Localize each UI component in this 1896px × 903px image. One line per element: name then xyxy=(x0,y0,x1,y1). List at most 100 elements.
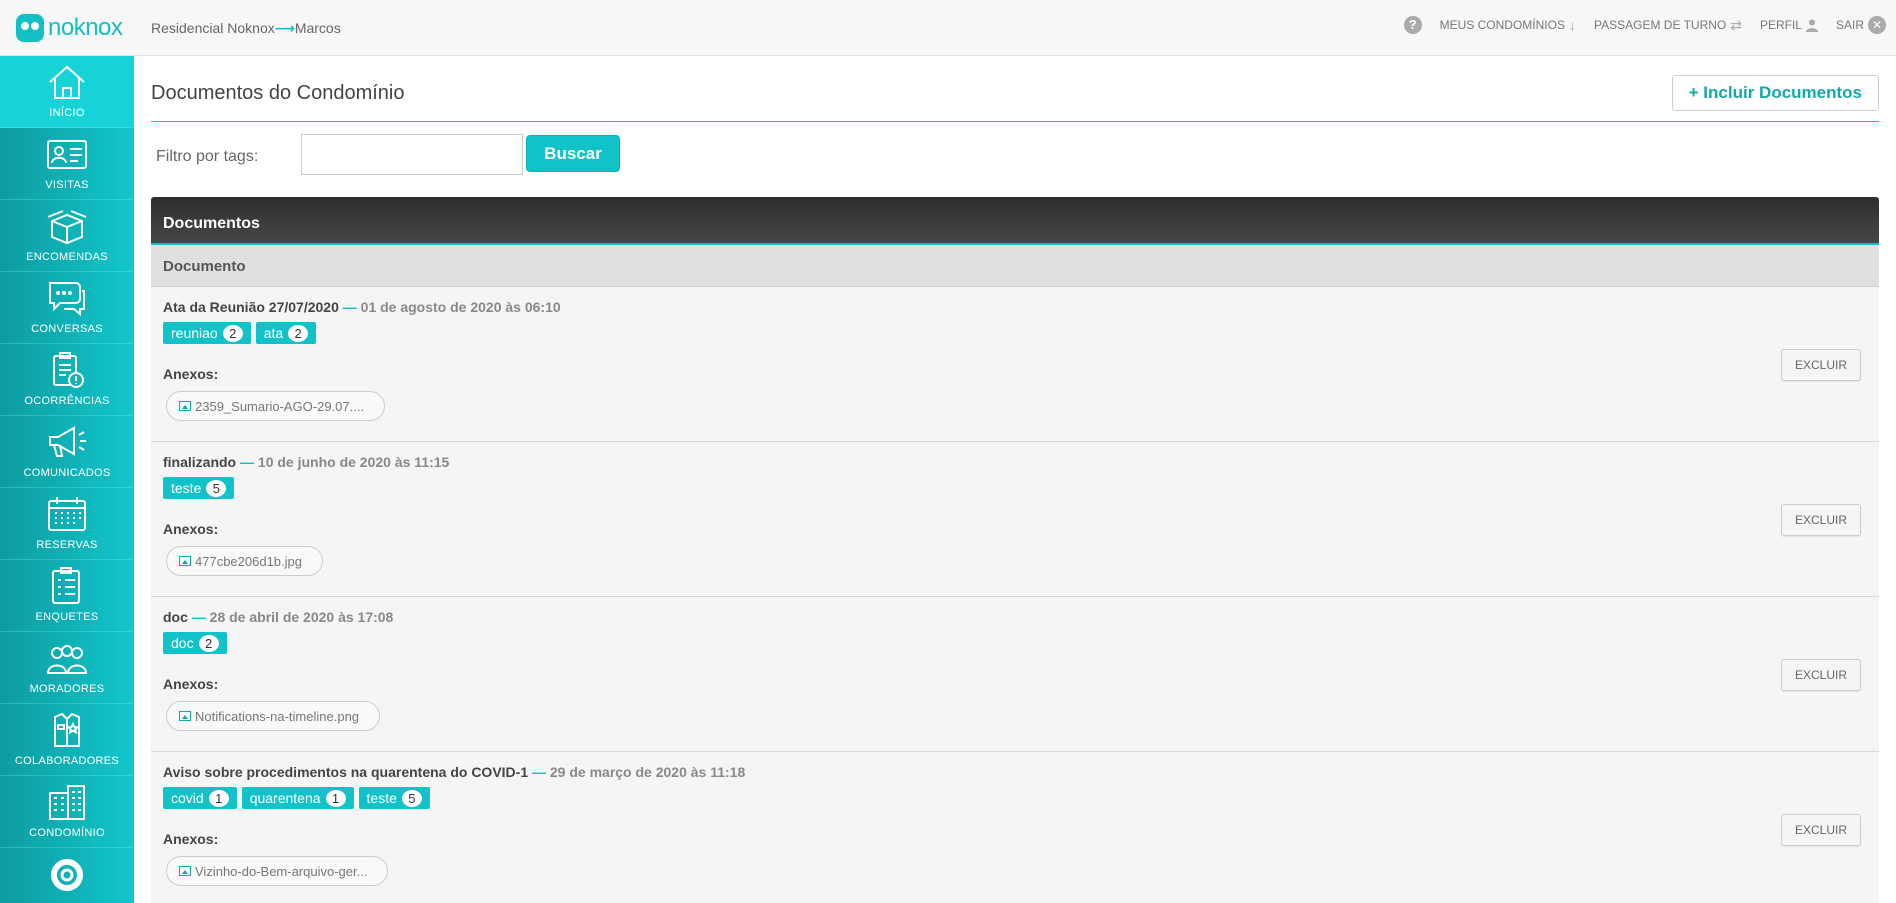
image-icon xyxy=(179,711,191,721)
arrow-right-icon: ⟶ xyxy=(274,20,295,36)
document-title-line: finalizando — 10 de junho de 2020 às 11:… xyxy=(163,454,1867,470)
tag-list: covid 1 quarentena 1 teste 5 xyxy=(163,787,1867,809)
sidebar-label: ENQUETES xyxy=(35,611,99,623)
attachment-name: 477cbe206d1b.jpg xyxy=(195,553,302,569)
sidebar-item-ocorrencias[interactable]: OCORRÊNCIAS xyxy=(0,344,134,416)
sidebar-item-encomendas[interactable]: ENCOMENDAS xyxy=(0,200,134,272)
sidebar-label: COLABORADORES xyxy=(14,755,120,767)
calendar-icon xyxy=(48,497,86,531)
tag-filter-input[interactable] xyxy=(301,134,523,175)
tag[interactable]: reuniao 2 xyxy=(163,322,251,344)
filter-label: Filtro por tags: xyxy=(156,148,259,165)
tag[interactable]: teste 5 xyxy=(358,787,430,809)
tag-name: quarentena xyxy=(249,790,321,806)
tag[interactable]: covid 1 xyxy=(163,787,237,809)
help-icon[interactable]: ? xyxy=(1403,16,1422,34)
meus-condominios-link[interactable]: MEUS CONDOMÍNIOS ↓ xyxy=(1440,17,1576,33)
passagem-turno-label: PASSAGEM DE TURNO xyxy=(1593,18,1727,32)
tag[interactable]: quarentena 1 xyxy=(241,787,354,809)
attachment-name: Vizinho-do-Bem-arquivo-ger... xyxy=(195,863,368,879)
tag-name: teste xyxy=(171,480,202,496)
document-row: finalizando — 10 de junho de 2020 às 11:… xyxy=(151,442,1879,597)
attachment-chip[interactable]: Vizinho-do-Bem-arquivo-ger... xyxy=(166,856,389,886)
column-header: Documento xyxy=(151,245,1879,287)
attachment-chip[interactable]: 477cbe206d1b.jpg xyxy=(166,546,323,576)
attachment-chip[interactable]: Notifications-na-timeline.png xyxy=(166,701,381,731)
document-title[interactable]: Ata da Reunião 27/07/2020 xyxy=(163,299,339,315)
passagem-turno-link[interactable]: PASSAGEM DE TURNO ⇄ xyxy=(1594,17,1742,34)
lifebuoy-icon xyxy=(51,859,83,891)
add-documents-button[interactable]: + Incluir Documentos xyxy=(1671,75,1879,111)
tag[interactable]: teste 5 xyxy=(163,477,235,499)
sidebar-label: COMUNICADOS xyxy=(23,467,111,479)
document-title[interactable]: Aviso sobre procedimentos na quarentena … xyxy=(163,764,528,780)
search-button[interactable]: Buscar xyxy=(526,135,620,172)
sidebar-item-support[interactable] xyxy=(0,848,134,903)
attachments-label: Anexos: xyxy=(163,831,219,847)
image-icon xyxy=(179,401,191,411)
sidebar-item-moradores[interactable]: MORADORES xyxy=(0,632,134,704)
owl-logo-icon xyxy=(16,14,44,42)
sidebar-item-reservas[interactable]: RESERVAS xyxy=(0,488,134,560)
sidebar-item-colaboradores[interactable]: COLABORADORES xyxy=(0,704,134,776)
delete-button[interactable]: EXCLUIR xyxy=(1781,349,1861,381)
page-header: Documentos do Condomínio + Incluir Docum… xyxy=(151,56,1879,122)
arrow-down-icon: ↓ xyxy=(1568,17,1576,33)
attachment-name: 2359_Sumario-AGO-29.07.... xyxy=(195,398,365,414)
document-date: 10 de junho de 2020 às 11:15 xyxy=(257,454,450,470)
tag-count: 1 xyxy=(208,789,229,807)
sair-link[interactable]: SAIR ✕ xyxy=(1836,16,1886,34)
megaphone-icon xyxy=(49,426,86,457)
tag-name: doc xyxy=(171,635,194,651)
tag-name: ata xyxy=(263,325,284,341)
sidebar-item-enquetes[interactable]: ENQUETES xyxy=(0,560,134,632)
title-separator: — xyxy=(342,299,357,315)
document-title[interactable]: finalizando xyxy=(163,454,236,470)
sidebar-label: MORADORES xyxy=(29,683,105,695)
uniform-icon xyxy=(54,712,80,747)
logo[interactable]: noknox xyxy=(16,12,123,44)
breadcrumb: Residencial Noknox⟶Marcos xyxy=(151,20,341,37)
meus-condominios-label: MEUS CONDOMÍNIOS xyxy=(1439,18,1565,32)
page-title: Documentos do Condomínio xyxy=(151,82,405,104)
sidebar-label: VISITAS xyxy=(45,179,89,191)
attachments-label: Anexos: xyxy=(163,521,219,537)
attachment-chip[interactable]: 2359_Sumario-AGO-29.07.... xyxy=(166,391,386,421)
sidebar-item-conversas[interactable]: CONVERSAS xyxy=(0,272,134,344)
delete-button[interactable]: EXCLUIR xyxy=(1781,814,1861,846)
clipboard-alert-icon xyxy=(53,352,84,388)
tag[interactable]: ata 2 xyxy=(255,322,317,344)
delete-button[interactable]: EXCLUIR xyxy=(1781,659,1861,691)
document-title[interactable]: doc xyxy=(163,609,188,625)
delete-button[interactable]: EXCLUIR xyxy=(1781,504,1861,536)
document-row: doc — 28 de abril de 2020 às 17:08 doc 2 … xyxy=(151,597,1879,752)
document-date: 29 de março de 2020 às 11:18 xyxy=(549,764,746,780)
sidebar-item-inicio[interactable]: INÍCIO xyxy=(0,56,134,128)
tag-count: 1 xyxy=(325,789,346,807)
tag-list: teste 5 xyxy=(163,477,1867,499)
package-icon xyxy=(47,210,87,245)
top-bar: noknox Residencial Noknox⟶Marcos ? MEUS … xyxy=(0,0,1896,56)
tag[interactable]: doc 2 xyxy=(163,632,227,654)
document-title-line: doc — 28 de abril de 2020 às 17:08 xyxy=(163,609,1867,625)
perfil-link[interactable]: PERFIL xyxy=(1760,18,1818,32)
sidebar-item-visitas[interactable]: VISITAS xyxy=(0,128,134,200)
checklist-icon xyxy=(52,567,80,604)
document-date: 28 de abril de 2020 às 17:08 xyxy=(209,609,394,625)
tag-name: reuniao xyxy=(171,325,218,341)
documents-panel: Documentos Documento Ata da Reunião 27/0… xyxy=(151,197,1879,903)
sidebar-item-condominio[interactable]: CONDOMÍNIO xyxy=(0,776,134,848)
tag-list: doc 2 xyxy=(163,632,1867,654)
perfil-label: PERFIL xyxy=(1759,18,1802,32)
document-title-line: Ata da Reunião 27/07/2020 — 01 de agosto… xyxy=(163,299,1867,315)
top-nav: ? MEUS CONDOMÍNIOS ↓ PASSAGEM DE TURNO ⇄… xyxy=(1403,16,1886,34)
tag-count: 5 xyxy=(401,789,422,807)
title-separator: — xyxy=(532,764,546,780)
document-date: 01 de agosto de 2020 às 06:10 xyxy=(360,299,561,315)
breadcrumb-condo[interactable]: Residencial Noknox xyxy=(151,20,275,36)
tag-count: 5 xyxy=(206,479,227,497)
sidebar-item-comunicados[interactable]: COMUNICADOS xyxy=(0,416,134,488)
sidebar: INÍCIO VISITAS ENCOMENDAS CONVERSAS OCOR… xyxy=(0,56,134,903)
attachment-name: Notifications-na-timeline.png xyxy=(195,708,360,724)
filter-row: Filtro por tags: Buscar xyxy=(151,122,1879,184)
